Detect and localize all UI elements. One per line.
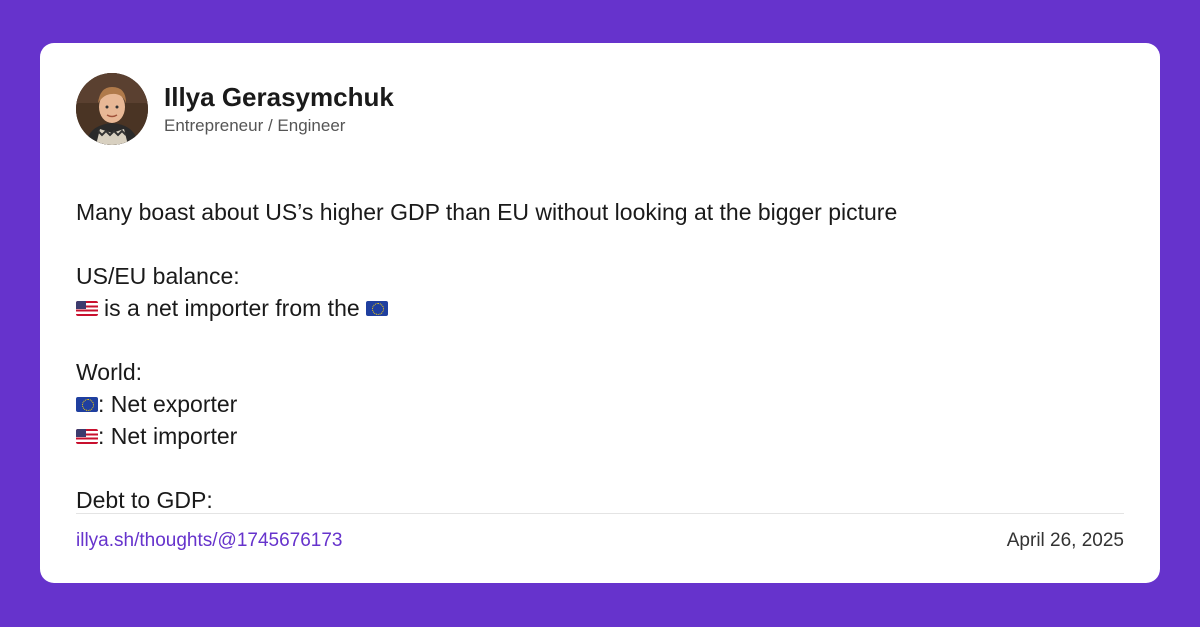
post-line: Many boast about US’s higher GDP than EU… [76, 199, 898, 225]
post-line: US/EU balance: [76, 263, 240, 289]
author-title: Entrepreneur / Engineer [164, 116, 346, 135]
post-body: Many boast about US’s higher GDP than EU… [76, 196, 1126, 508]
post-line-text: is a net importer from the [104, 295, 360, 321]
author-header: Illya Gerasymchuk Entrepreneur / Enginee… [76, 73, 394, 145]
post-permalink[interactable]: illya.sh/thoughts/@1745676173 [76, 529, 342, 553]
footer-divider [76, 513, 1124, 514]
post-line: : Net importer [76, 420, 1126, 452]
post-line-text: : Net exporter [98, 391, 238, 417]
author-name: Illya Gerasymchuk [164, 82, 394, 112]
post-line: : Net exporter [76, 388, 1126, 420]
post-card: Illya Gerasymchuk Entrepreneur / Enginee… [40, 43, 1160, 583]
eu-flag-icon [365, 300, 388, 316]
us-flag-icon [76, 300, 98, 316]
avatar [76, 73, 148, 145]
post-line-text: : Net importer [98, 423, 238, 449]
eu-flag-icon [76, 396, 98, 412]
post-line: World: [76, 359, 143, 385]
post-line: Debt to GDP: [76, 487, 213, 508]
post-date: April 26, 2025 [1006, 530, 1124, 551]
us-flag-icon [76, 428, 98, 444]
post-line: is a net importer from the [76, 292, 1126, 324]
